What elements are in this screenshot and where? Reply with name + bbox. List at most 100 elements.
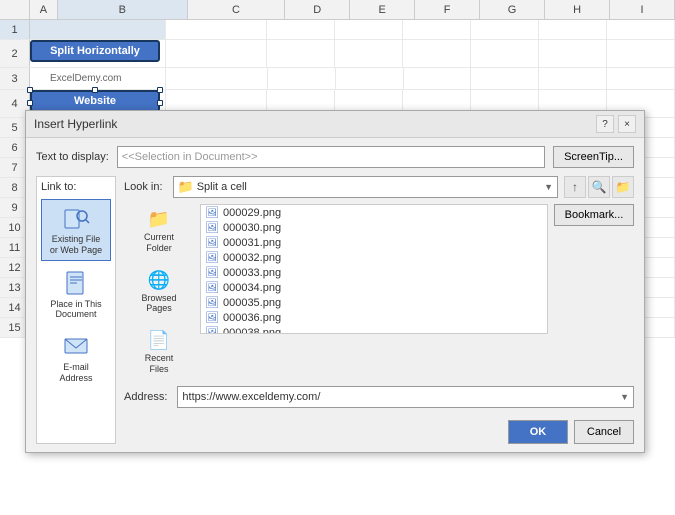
row-num-2: 2	[0, 40, 30, 67]
look-in-up-button[interactable]: ↑	[564, 176, 586, 198]
file-side-buttons: Bookmark...	[554, 204, 634, 380]
file-png-icon: 🖼	[205, 206, 219, 219]
file-item[interactable]: 🖼000036.png	[201, 310, 547, 325]
file-item[interactable]: 🖼000032.png	[201, 250, 547, 265]
file-name: 000031.png	[223, 237, 281, 249]
dialog-controls: ? ×	[596, 115, 636, 133]
cell-c2	[166, 40, 268, 67]
dialog-body: Text to display: ScreenTip... Link to:	[26, 138, 644, 452]
cell-g3	[471, 68, 539, 89]
look-in-search-button[interactable]: 🔍	[588, 176, 610, 198]
col-header-b: B	[58, 0, 188, 19]
website-button[interactable]: Website	[30, 90, 160, 112]
look-in-new-folder-button[interactable]: 📁	[612, 176, 634, 198]
insert-hyperlink-dialog: Insert Hyperlink ? × Text to display: Sc…	[25, 110, 645, 453]
link-item-place-in-doc-label: Place in ThisDocument	[50, 299, 101, 321]
file-png-icon: 🖼	[205, 326, 219, 334]
link-to-label: Link to:	[41, 181, 111, 193]
file-item[interactable]: 🖼000033.png	[201, 265, 547, 280]
handle-tl	[27, 87, 33, 93]
cell-c1	[166, 20, 268, 39]
file-name: 000030.png	[223, 222, 281, 234]
corner-cell	[0, 0, 30, 19]
cell-i1	[607, 20, 675, 39]
row-num-3: 3	[0, 68, 30, 89]
file-name: 000034.png	[223, 282, 281, 294]
address-value: https://www.exceldemy.com/	[182, 391, 620, 403]
col-header-h: H	[545, 0, 610, 19]
link-item-email-label: E-mailAddress	[59, 362, 92, 384]
dialog-main: Link to: Existing Fileor Web Page	[36, 176, 634, 444]
shortcut-panel: 📁 CurrentFolder 🌐 BrowsedPages 📄 RecentF…	[124, 204, 194, 380]
file-item[interactable]: 🖼000030.png	[201, 220, 547, 235]
file-png-icon: 🖼	[205, 281, 219, 294]
dialog-help-button[interactable]: ?	[596, 115, 614, 133]
look-in-value: Split a cell	[197, 181, 247, 193]
dialog-titlebar: Insert Hyperlink ? ×	[26, 111, 644, 138]
col-header-f: F	[415, 0, 480, 19]
place-in-doc-icon	[62, 269, 90, 297]
link-item-place-in-doc[interactable]: Place in ThisDocument	[41, 265, 111, 325]
link-item-email[interactable]: E-mailAddress	[41, 328, 111, 388]
look-in-row: Look in: 📁 Split a cell ▼ ↑ 🔍 📁	[124, 176, 634, 198]
cell-b1	[30, 20, 166, 39]
cell-g2	[471, 40, 539, 67]
cell-d1	[267, 20, 335, 39]
folder-icon: 📁	[178, 179, 194, 195]
shortcut-current-folder[interactable]: 📁 CurrentFolder	[124, 204, 194, 259]
ok-button[interactable]: OK	[508, 420, 568, 444]
link-item-existing-file[interactable]: Existing Fileor Web Page	[41, 199, 111, 261]
shortcut-browsed-pages[interactable]: 🌐 BrowsedPages	[124, 265, 194, 320]
handle-tc	[92, 87, 98, 93]
cell-g1	[471, 20, 539, 39]
dialog-footer: OK Cancel	[124, 420, 634, 444]
cell-f2	[403, 40, 471, 67]
look-in-buttons: ↑ 🔍 📁	[564, 176, 634, 198]
handle-tr	[157, 87, 163, 93]
look-in-label: Look in:	[124, 181, 163, 193]
cell-b3: ExcelDemy.com	[30, 68, 166, 89]
split-horizontally-button[interactable]: Split Horizontally	[30, 40, 160, 62]
file-item[interactable]: 🖼 000038.png	[201, 325, 547, 334]
cell-i3	[607, 68, 675, 89]
cell-e1	[335, 20, 403, 39]
text-display-row: Text to display: ScreenTip...	[36, 146, 634, 168]
col-header-i: I	[610, 0, 675, 19]
cancel-button[interactable]: Cancel	[574, 420, 634, 444]
cell-h2	[539, 40, 607, 67]
cell-d2	[267, 40, 335, 67]
recent-files-icon: 📄	[148, 330, 170, 351]
cell-h1	[539, 20, 607, 39]
look-in-dropdown-arrow: ▼	[544, 182, 553, 192]
file-list-wrapper[interactable]: 🖼000029.png🖼000030.png🖼000031.png🖼000032…	[200, 204, 548, 334]
address-row: Address: https://www.exceldemy.com/ ▼	[124, 386, 634, 408]
file-name: 000035.png	[223, 297, 281, 309]
file-item[interactable]: 🖼 000034.png	[201, 280, 547, 295]
shortcut-recent-files[interactable]: 📄 RecentFiles	[124, 325, 194, 380]
text-to-display-input[interactable]	[117, 146, 545, 168]
file-item[interactable]: 🖼000031.png	[201, 235, 547, 250]
dialog-title: Insert Hyperlink	[34, 117, 117, 131]
address-select[interactable]: https://www.exceldemy.com/ ▼	[177, 386, 634, 408]
cell-e3	[336, 68, 404, 89]
screentip-button[interactable]: ScreenTip...	[553, 146, 634, 168]
email-icon	[62, 332, 90, 360]
col-header-g: G	[480, 0, 545, 19]
file-name: 000038.png	[223, 327, 281, 335]
cell-h3	[539, 68, 607, 89]
recent-files-label: RecentFiles	[145, 353, 174, 375]
address-label: Address:	[124, 391, 167, 403]
file-name: 000029.png	[223, 207, 281, 219]
file-item[interactable]: 🖼 000029.png	[201, 205, 547, 220]
file-name: 000032.png	[223, 252, 281, 264]
look-in-select[interactable]: 📁 Split a cell ▼	[173, 176, 558, 198]
bookmark-button[interactable]: Bookmark...	[554, 204, 634, 226]
file-item[interactable]: 🖼000035.png	[201, 295, 547, 310]
col-header-a: A	[30, 0, 58, 19]
browsed-pages-label: BrowsedPages	[141, 293, 176, 315]
link-to-panel: Link to: Existing Fileor Web Page	[36, 176, 116, 444]
file-name: 000033.png	[223, 267, 281, 279]
file-list: 🖼000029.png🖼000030.png🖼000031.png🖼000032…	[201, 205, 547, 334]
dialog-close-button[interactable]: ×	[618, 115, 636, 133]
handle-mr	[157, 100, 163, 106]
